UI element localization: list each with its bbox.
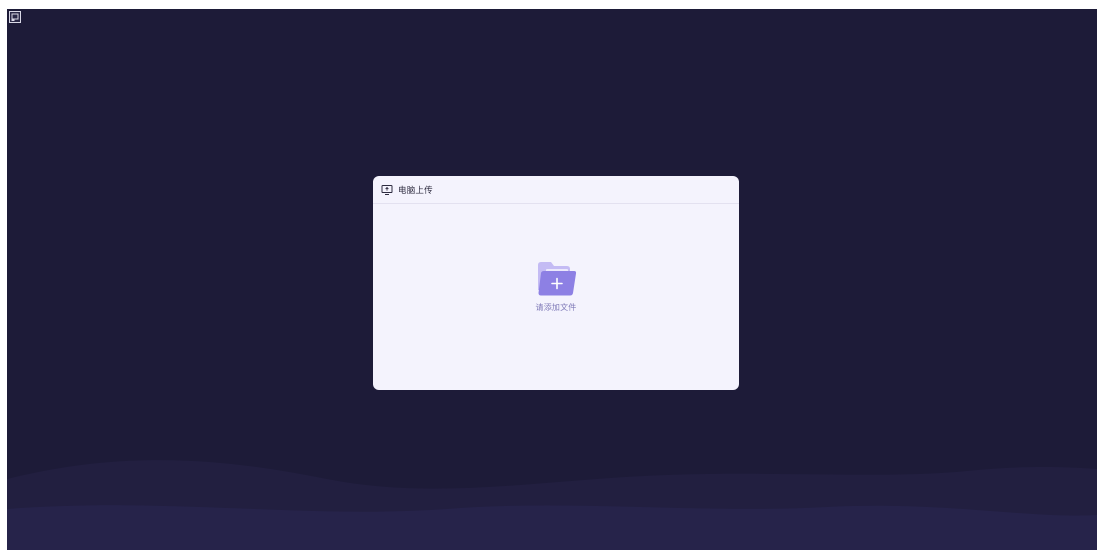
add-file-label[interactable]: 请添加文件 bbox=[536, 302, 577, 313]
upload-dialog: 电脑上传 请添加文件 bbox=[373, 176, 739, 390]
file-drop-zone[interactable]: 请添加文件 bbox=[373, 205, 739, 390]
monitor-icon bbox=[381, 184, 393, 196]
image-icon[interactable] bbox=[9, 11, 21, 23]
dialog-header: 电脑上传 bbox=[373, 176, 739, 204]
upload-page: 电脑上传 请添加文件 bbox=[7, 9, 1097, 550]
folder-add-icon[interactable] bbox=[534, 260, 578, 298]
dialog-title: 电脑上传 bbox=[398, 185, 433, 196]
